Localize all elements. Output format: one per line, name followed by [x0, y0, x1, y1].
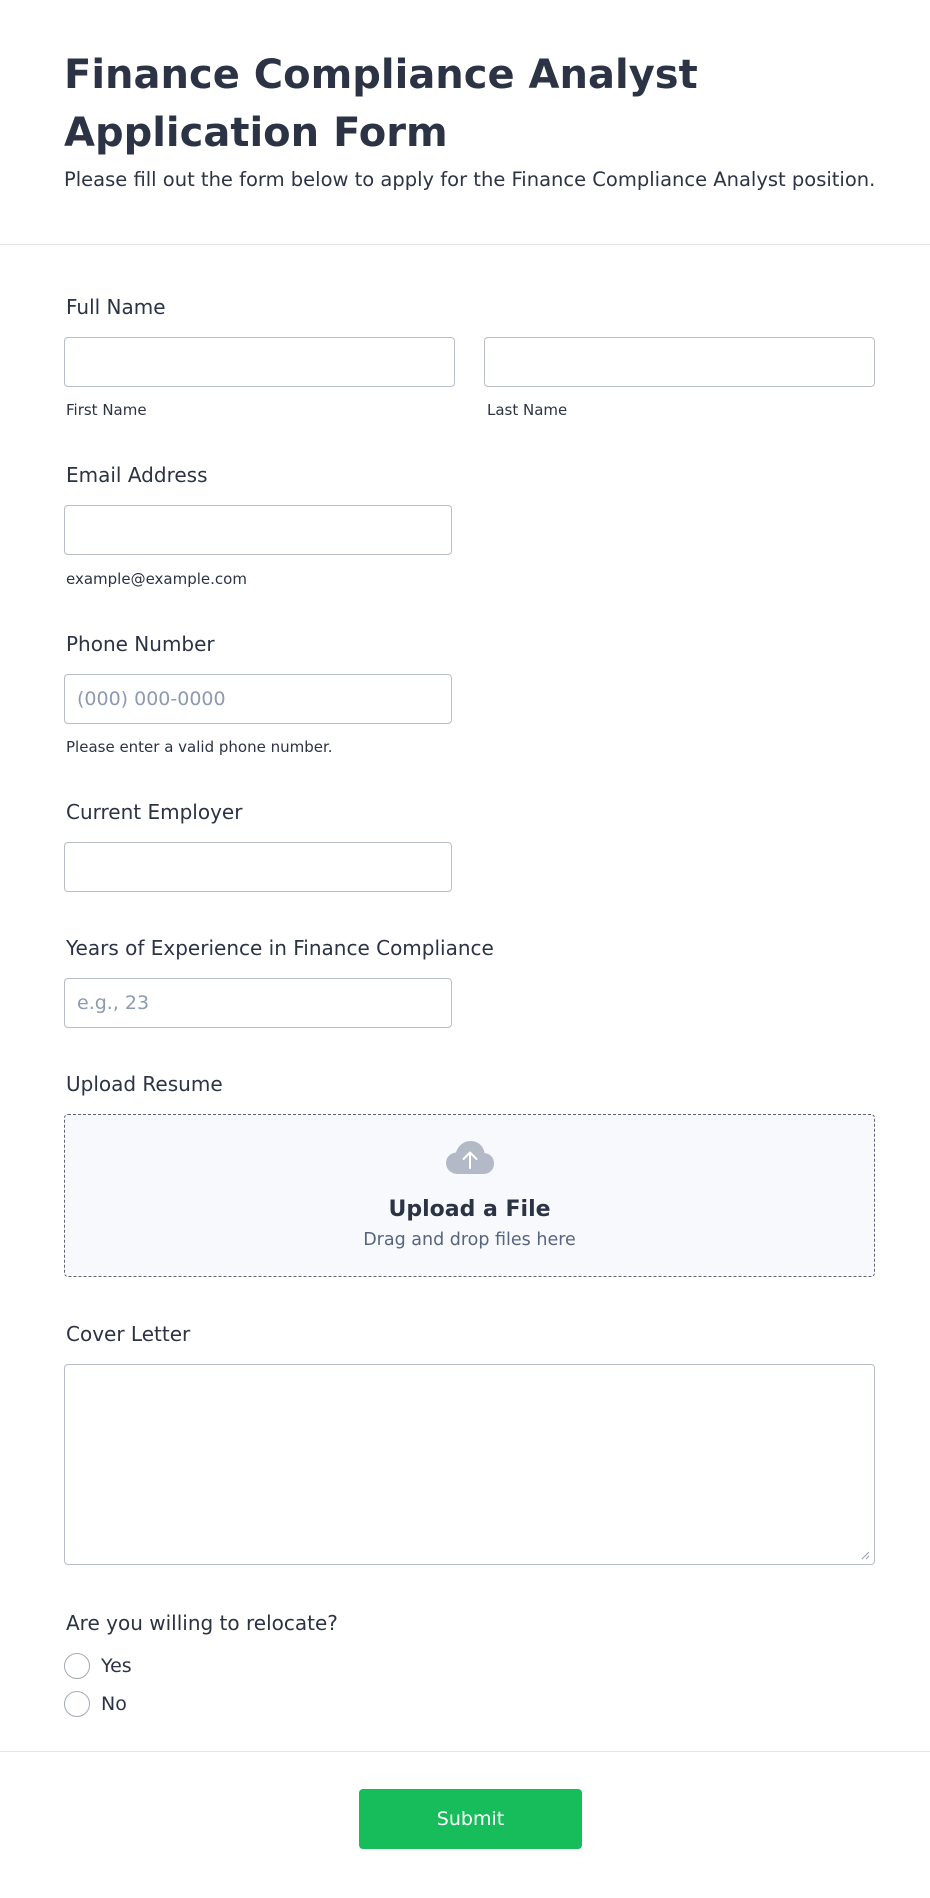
email-label: Email Address — [66, 463, 208, 487]
phone-label: Phone Number — [66, 632, 215, 656]
employer-label: Current Employer — [66, 800, 243, 824]
experience-label: Years of Experience in Finance Complianc… — [66, 936, 494, 960]
cloud-upload-icon — [446, 1141, 494, 1174]
first-name-sublabel: First Name — [66, 401, 147, 419]
email-sublabel: example@example.com — [66, 570, 247, 588]
experience-input[interactable] — [64, 978, 452, 1028]
resize-grip-icon[interactable] — [860, 1550, 870, 1560]
resume-label: Upload Resume — [66, 1072, 223, 1096]
footer-divider — [0, 1751, 930, 1752]
cover-letter-textarea[interactable] — [64, 1364, 875, 1565]
phone-sublabel: Please enter a valid phone number. — [66, 738, 333, 756]
radio-button[interactable] — [64, 1653, 90, 1679]
upload-hint: Drag and drop files here — [363, 1230, 576, 1250]
page-subtitle: Please fill out the form below to apply … — [64, 168, 876, 191]
last-name-sublabel: Last Name — [487, 401, 568, 419]
application-form: Finance Compliance Analyst Application F… — [0, 0, 930, 1898]
upload-title: Upload a File — [388, 1197, 551, 1222]
phone-input[interactable] — [64, 674, 452, 724]
relocate-label: Are you willing to relocate? — [66, 1611, 338, 1635]
submit-button[interactable]: Submit — [359, 1789, 582, 1849]
last-name-input[interactable] — [484, 337, 875, 387]
cover-letter-label: Cover Letter — [66, 1322, 191, 1346]
full-name-label: Full Name — [66, 295, 166, 319]
radio-button[interactable] — [64, 1691, 90, 1717]
first-name-input[interactable] — [64, 337, 455, 387]
form-header: Finance Compliance Analyst Application F… — [0, 0, 930, 245]
resume-upload-dropzone[interactable]: Upload a File Drag and drop files here — [64, 1114, 875, 1277]
radio-label: Yes — [101, 1655, 132, 1677]
radio-label: No — [101, 1693, 127, 1715]
employer-input[interactable] — [64, 842, 452, 892]
email-input[interactable] — [64, 505, 452, 555]
page-title: Finance Compliance Analyst Application F… — [64, 52, 698, 156]
